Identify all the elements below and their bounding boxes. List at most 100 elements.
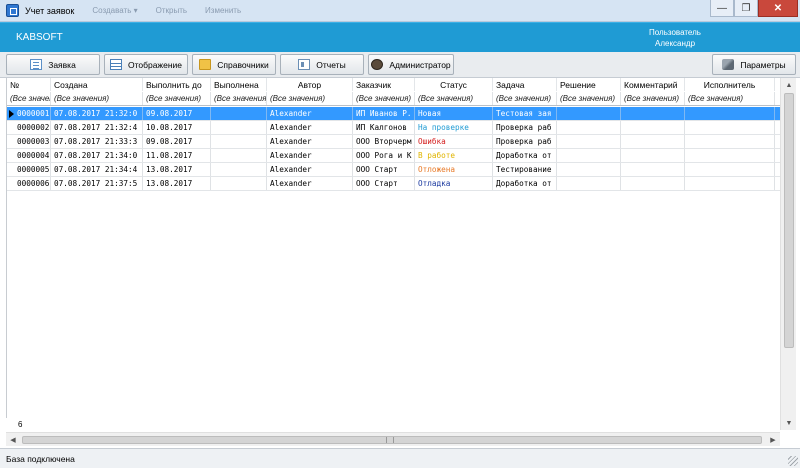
col-customer-cell[interactable]: ООО Старт: [353, 163, 415, 176]
col-status-cell[interactable]: В работе: [415, 149, 493, 162]
col-customer-filter[interactable]: (Все значения): [353, 92, 415, 105]
table-row[interactable]: 0000001 07.08.2017 21:32:0 09.08.2017 Alexa…: [7, 107, 780, 121]
col-executor-cell[interactable]: [685, 107, 775, 120]
col-executor-cell[interactable]: [685, 163, 775, 176]
col-executor-cell[interactable]: [685, 135, 775, 148]
close-button[interactable]: ✕: [758, 0, 798, 17]
col-status-filter[interactable]: (Все значения): [415, 92, 493, 105]
col-solution-cell[interactable]: [557, 135, 621, 148]
col-author-cell[interactable]: Alexander: [267, 107, 353, 120]
col-solution-cell[interactable]: [557, 149, 621, 162]
table-row[interactable]: 0000003 07.08.2017 21:33:3 09.08.2017 Alexa…: [7, 135, 780, 149]
col-status-cell[interactable]: Новая: [415, 107, 493, 120]
col-number-cell[interactable]: 0000004: [7, 149, 51, 162]
col-task-cell[interactable]: Проверка раб: [493, 135, 557, 148]
col-created-cell[interactable]: 07.08.2017 21:33:3: [51, 135, 143, 148]
scroll-left-icon[interactable]: ◀: [6, 433, 20, 447]
col-due-cell[interactable]: 10.08.2017: [143, 121, 211, 134]
col-number-header[interactable]: №: [7, 78, 51, 91]
col-executor-cell[interactable]: [685, 121, 775, 134]
resize-grip-icon[interactable]: [788, 456, 798, 466]
menu-create[interactable]: Создавать ▾: [92, 6, 137, 15]
col-due-filter[interactable]: (Все значения): [143, 92, 211, 105]
col-author-header[interactable]: Автор: [267, 78, 353, 91]
col-created-cell[interactable]: 07.08.2017 21:34:0: [51, 149, 143, 162]
col-customer-cell[interactable]: ООО Старт: [353, 177, 415, 190]
col-due-cell[interactable]: 09.08.2017: [143, 135, 211, 148]
col-executor-cell[interactable]: [685, 149, 775, 162]
col-customer-cell[interactable]: ООО Вторчерм: [353, 135, 415, 148]
col-executor-header[interactable]: Исполнитель: [685, 78, 775, 91]
vertical-scroll-thumb[interactable]: [784, 93, 794, 348]
col-due-cell[interactable]: 13.08.2017: [143, 177, 211, 190]
col-task-cell[interactable]: Тестовая зая: [493, 107, 557, 120]
col-task-cell[interactable]: Тестирование: [493, 163, 557, 176]
scroll-down-icon[interactable]: ▼: [781, 416, 797, 430]
minimize-button[interactable]: —: [710, 0, 734, 17]
reports-button[interactable]: Отчеты: [280, 54, 364, 75]
request-button[interactable]: Заявка: [6, 54, 100, 75]
col-executor-filter[interactable]: (Все значения): [685, 92, 775, 105]
col-author-cell[interactable]: Alexander: [267, 135, 353, 148]
col-task-cell[interactable]: Доработка от: [493, 177, 557, 190]
col-solution-filter[interactable]: (Все значения): [557, 92, 621, 105]
col-comment-cell[interactable]: [621, 149, 685, 162]
col-task-cell[interactable]: Проверка раб: [493, 121, 557, 134]
col-comment-filter[interactable]: (Все значения): [621, 92, 685, 105]
col-status-header[interactable]: Статус: [415, 78, 493, 91]
col-comment-cell[interactable]: [621, 135, 685, 148]
col-customer-cell[interactable]: ИП Калгонов: [353, 121, 415, 134]
col-task-header[interactable]: Задача: [493, 78, 557, 91]
col-solution-cell[interactable]: [557, 163, 621, 176]
col-status-cell[interactable]: Отложена: [415, 163, 493, 176]
col-comment-cell[interactable]: [621, 177, 685, 190]
table-row[interactable]: 0000002 07.08.2017 21:32:4 10.08.2017 Alexa…: [7, 121, 780, 135]
col-done-cell[interactable]: [211, 177, 267, 190]
col-due-cell[interactable]: 09.08.2017: [143, 107, 211, 120]
admin-button[interactable]: Администратор: [368, 54, 454, 75]
vertical-scrollbar[interactable]: ▲ ▼: [780, 78, 796, 430]
col-done-cell[interactable]: [211, 135, 267, 148]
col-done-cell[interactable]: [211, 121, 267, 134]
col-number-cell[interactable]: 0000003: [7, 135, 51, 148]
col-done-cell[interactable]: [211, 149, 267, 162]
col-number-cell[interactable]: 0000006: [7, 177, 51, 190]
col-number-cell[interactable]: 0000002: [7, 121, 51, 134]
col-due-header[interactable]: Выполнить до: [143, 78, 211, 91]
maximize-button[interactable]: ❐: [734, 0, 758, 17]
col-created-header[interactable]: Создана: [51, 78, 143, 91]
col-created-cell[interactable]: 07.08.2017 21:32:0: [51, 107, 143, 120]
col-status-cell[interactable]: Ошибка: [415, 135, 493, 148]
col-comment-header[interactable]: Комментарий: [621, 78, 685, 91]
col-done-cell[interactable]: [211, 107, 267, 120]
col-author-cell[interactable]: Alexander: [267, 177, 353, 190]
table-row[interactable]: 0000005 07.08.2017 21:34:4 13.08.2017 Alexa…: [7, 163, 780, 177]
col-due-cell[interactable]: 13.08.2017: [143, 163, 211, 176]
col-customer-header[interactable]: Заказчик: [353, 78, 415, 91]
col-solution-header[interactable]: Решение: [557, 78, 621, 91]
col-done-cell[interactable]: [211, 163, 267, 176]
directories-button[interactable]: Справочники: [192, 54, 276, 75]
table-row[interactable]: 0000004 07.08.2017 21:34:0 11.08.2017 Alexa…: [7, 149, 780, 163]
menu-open[interactable]: Открыть: [156, 6, 187, 15]
col-status-cell[interactable]: Отладка: [415, 177, 493, 190]
horizontal-scrollbar[interactable]: ◀ ▶: [6, 432, 780, 446]
col-solution-cell[interactable]: [557, 107, 621, 120]
col-created-filter[interactable]: (Все значения): [51, 92, 143, 105]
col-customer-cell[interactable]: ИП Иванов Р.: [353, 107, 415, 120]
col-number-filter[interactable]: (Все значения): [7, 92, 51, 105]
col-created-cell[interactable]: 07.08.2017 21:37:5: [51, 177, 143, 190]
col-comment-cell[interactable]: [621, 163, 685, 176]
col-author-filter[interactable]: (Все значения): [267, 92, 353, 105]
scroll-up-icon[interactable]: ▲: [781, 78, 797, 92]
parameters-button[interactable]: Параметры: [712, 54, 796, 75]
col-author-cell[interactable]: Alexander: [267, 121, 353, 134]
col-due-cell[interactable]: 11.08.2017: [143, 149, 211, 162]
menu-edit[interactable]: Изменить: [205, 6, 241, 15]
requests-grid[interactable]: № Создана Выполнить до Выполнена Автор Заказч…: [6, 78, 780, 418]
col-comment-cell[interactable]: [621, 121, 685, 134]
display-button[interactable]: Отображение: [104, 54, 188, 75]
col-solution-cell[interactable]: [557, 121, 621, 134]
col-executor-cell[interactable]: [685, 177, 775, 190]
col-author-cell[interactable]: Alexander: [267, 163, 353, 176]
